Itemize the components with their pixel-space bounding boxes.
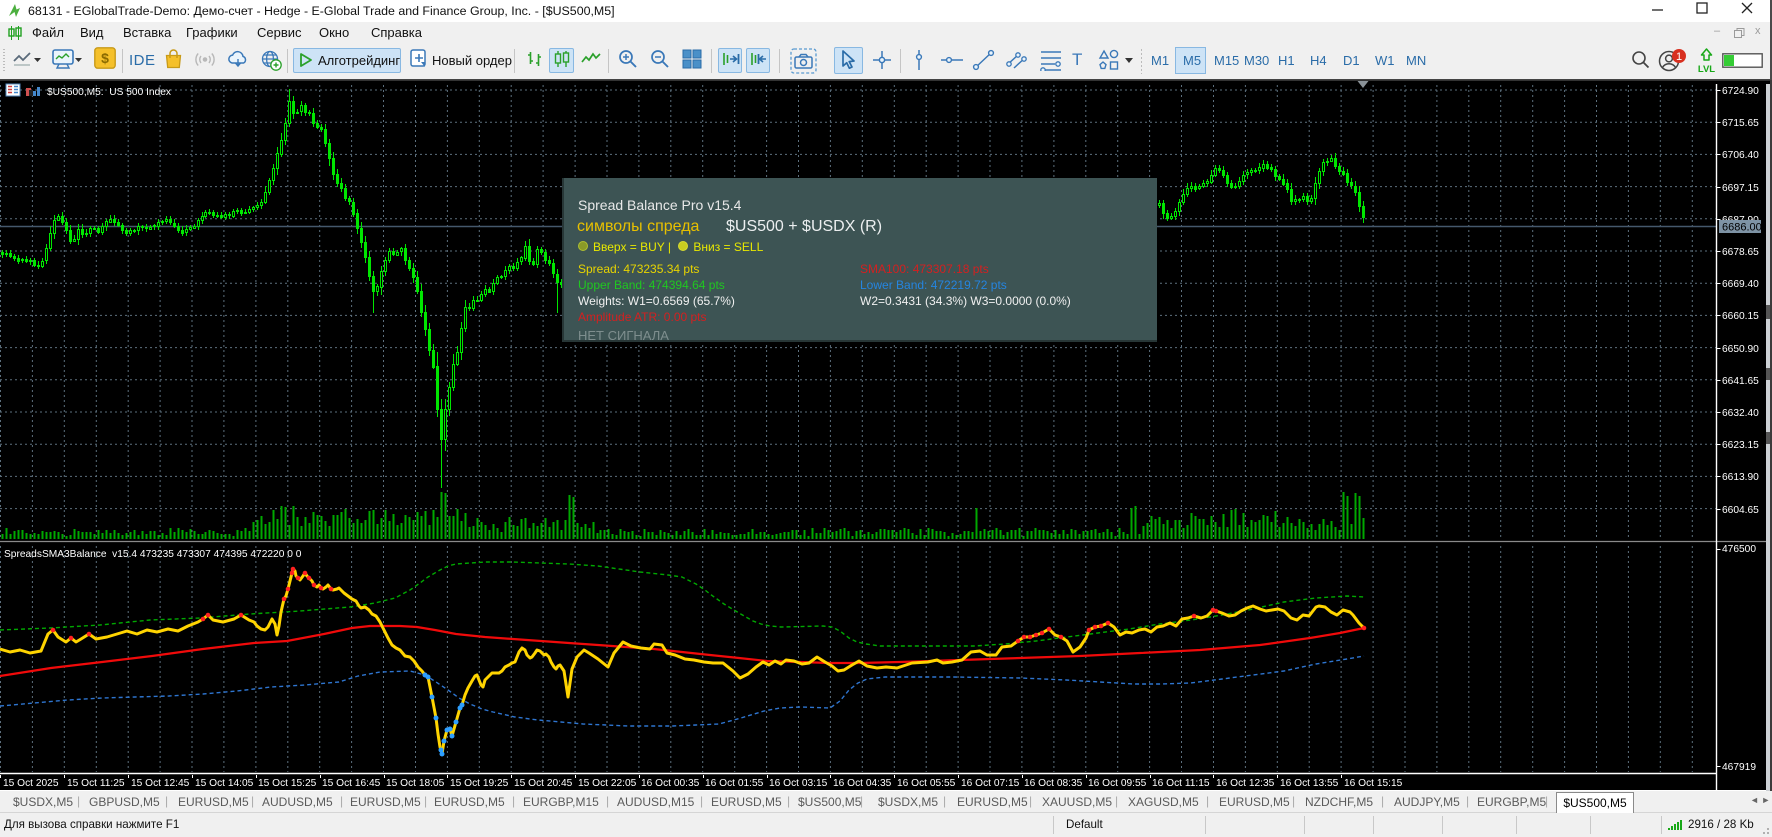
svg-text:6697.15: 6697.15 (1722, 183, 1759, 194)
svg-text:15 Oct 14:05: 15 Oct 14:05 (195, 778, 254, 789)
svg-text:6660.15: 6660.15 (1722, 311, 1759, 322)
svg-text:16 Oct 00:35: 16 Oct 00:35 (641, 778, 700, 789)
svg-text:6641.65: 6641.65 (1722, 376, 1759, 387)
svg-text:15 Oct 18:05: 15 Oct 18:05 (386, 778, 445, 789)
svg-text:15 Oct 22:05: 15 Oct 22:05 (578, 778, 637, 789)
svg-text:$: $ (101, 50, 109, 66)
svg-text:SpreadsSMA3Balance v15.4 4732: SpreadsSMA3Balance v15.4 473235 473307 4… (4, 549, 302, 560)
svg-text:LVL: LVL (1698, 64, 1715, 74)
svg-text:15 Oct 2025: 15 Oct 2025 (3, 778, 59, 789)
svg-text:16 Oct 03:15: 16 Oct 03:15 (769, 778, 828, 789)
svg-text:6613.90: 6613.90 (1722, 472, 1759, 483)
svg-text:16 Oct 15:15: 16 Oct 15:15 (1344, 778, 1403, 789)
svg-text:6706.40: 6706.40 (1722, 150, 1759, 161)
svg-text:16 Oct 13:55: 16 Oct 13:55 (1280, 778, 1339, 789)
svg-text:1: 1 (1676, 51, 1682, 63)
svg-text:16 Oct 05:55: 16 Oct 05:55 (897, 778, 956, 789)
svg-text:15 Oct 20:45: 15 Oct 20:45 (514, 778, 573, 789)
svg-text:467919: 467919 (1722, 762, 1756, 773)
svg-text:16 Oct 07:15: 16 Oct 07:15 (961, 778, 1020, 789)
svg-text:6678.65: 6678.65 (1722, 247, 1759, 258)
svg-text:6669.40: 6669.40 (1722, 279, 1759, 290)
svg-text:6632.40: 6632.40 (1722, 408, 1759, 419)
svg-text:6724.90: 6724.90 (1722, 86, 1759, 97)
svg-text:6650.90: 6650.90 (1722, 344, 1759, 355)
svg-text:15 Oct 16:45: 15 Oct 16:45 (322, 778, 381, 789)
svg-text:16 Oct 09:55: 16 Oct 09:55 (1088, 778, 1147, 789)
svg-text:6715.65: 6715.65 (1722, 118, 1759, 129)
svg-text:15 Oct 11:25: 15 Oct 11:25 (67, 778, 125, 789)
svg-text:6604.65: 6604.65 (1722, 505, 1759, 516)
svg-text:16 Oct 04:35: 16 Oct 04:35 (833, 778, 892, 789)
svg-text:$US500,M5: US 500 Index: $US500,M5: US 500 Index (47, 87, 171, 98)
svg-text:15 Oct 12:45: 15 Oct 12:45 (131, 778, 190, 789)
svg-text:15 Oct 19:25: 15 Oct 19:25 (450, 778, 509, 789)
svg-text:16 Oct 12:35: 16 Oct 12:35 (1216, 778, 1275, 789)
svg-text:476500: 476500 (1722, 544, 1756, 555)
svg-text:16 Oct 11:15: 16 Oct 11:15 (1152, 778, 1210, 789)
svg-text:15 Oct 15:25: 15 Oct 15:25 (258, 778, 317, 789)
svg-text:6623.15: 6623.15 (1722, 440, 1759, 451)
svg-text:16 Oct 08:35: 16 Oct 08:35 (1024, 778, 1083, 789)
svg-text:6686.00: 6686.00 (1722, 222, 1762, 234)
svg-text:16 Oct 01:55: 16 Oct 01:55 (705, 778, 764, 789)
